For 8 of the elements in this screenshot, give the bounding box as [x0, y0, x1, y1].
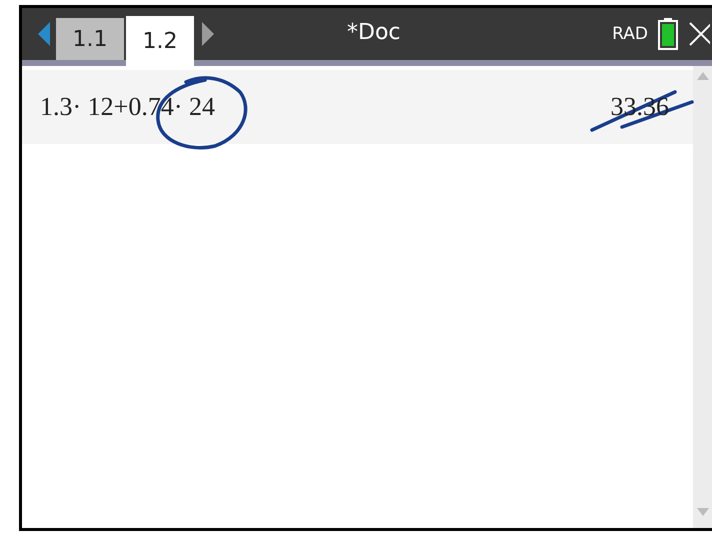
close-icon[interactable]	[688, 21, 710, 47]
angle-mode: RAD	[612, 24, 648, 44]
battery-icon	[658, 18, 678, 50]
right-arrow-icon[interactable]	[202, 22, 214, 46]
page-tab[interactable]: 1.2	[126, 16, 194, 66]
page-tab[interactable]: 1.1	[56, 18, 124, 60]
left-arrow-icon[interactable]	[38, 22, 50, 46]
document-title: *Doc	[347, 20, 400, 45]
